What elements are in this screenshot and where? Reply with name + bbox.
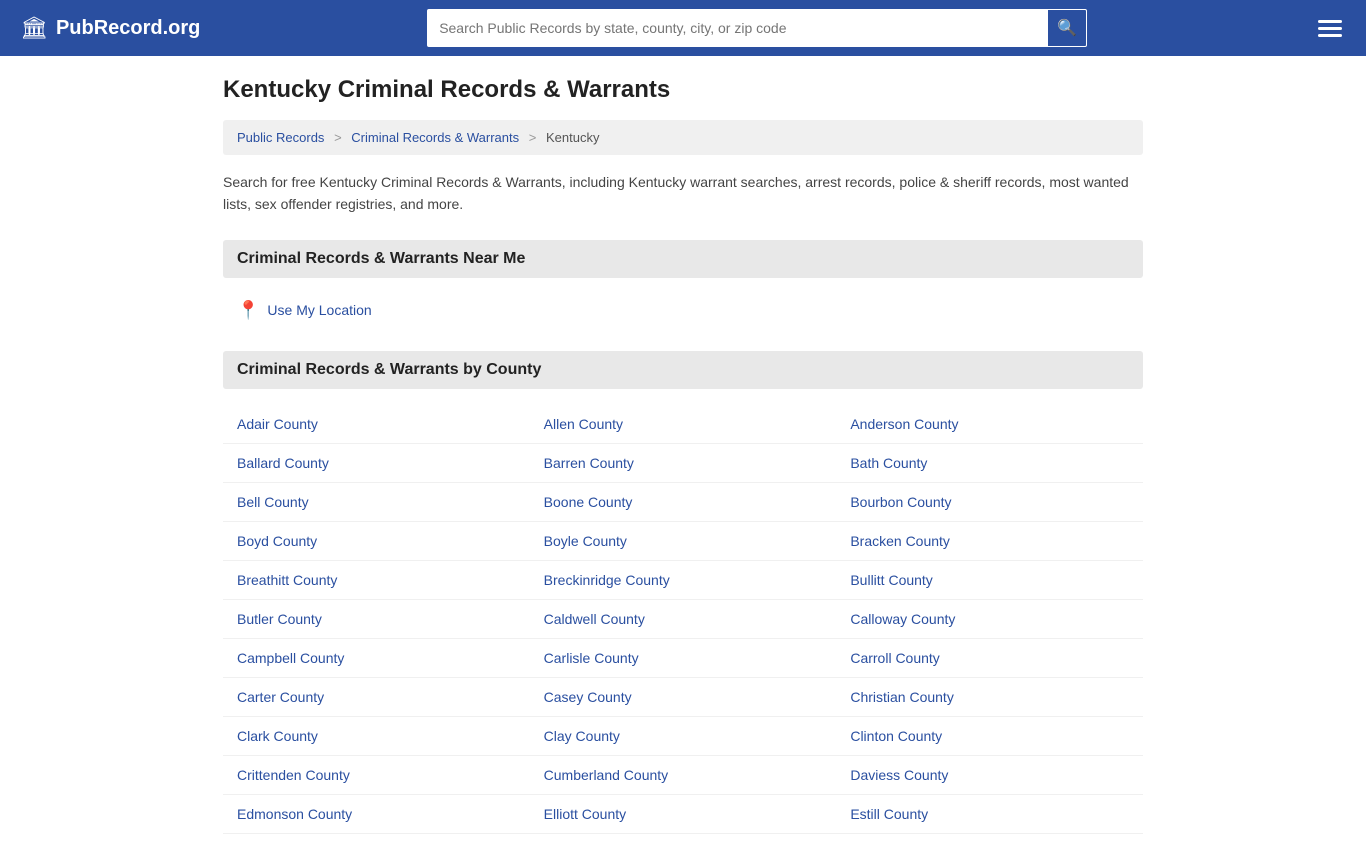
county-link[interactable]: Edmonson County	[223, 795, 530, 834]
county-link[interactable]: Boyd County	[223, 522, 530, 561]
county-link[interactable]: Clinton County	[836, 717, 1143, 756]
near-me-header: Criminal Records & Warrants Near Me	[223, 240, 1143, 278]
search-button[interactable]: 🔍	[1047, 9, 1087, 47]
county-link[interactable]: Clay County	[530, 717, 837, 756]
county-link[interactable]: Allen County	[530, 405, 837, 444]
county-link[interactable]: Carter County	[223, 678, 530, 717]
county-grid: Adair CountyAllen CountyAnderson CountyB…	[223, 405, 1143, 834]
location-row: 📍 Use My Location	[223, 294, 1143, 327]
county-link[interactable]: Carroll County	[836, 639, 1143, 678]
county-link[interactable]: Clark County	[223, 717, 530, 756]
county-link[interactable]: Bell County	[223, 483, 530, 522]
county-link[interactable]: Casey County	[530, 678, 837, 717]
county-link[interactable]: Adair County	[223, 405, 530, 444]
site-header: 🏛 PubRecord.org 🔍	[0, 0, 1366, 56]
county-link[interactable]: Carlisle County	[530, 639, 837, 678]
search-icon: 🔍	[1057, 18, 1077, 38]
breadcrumb-public-records[interactable]: Public Records	[237, 130, 324, 145]
breadcrumb-sep-2: >	[529, 130, 537, 145]
use-my-location-link[interactable]: Use My Location	[267, 302, 371, 318]
breadcrumb-current: Kentucky	[546, 130, 599, 145]
menu-button[interactable]	[1314, 16, 1346, 41]
search-input[interactable]	[427, 9, 1047, 47]
breadcrumb-sep-1: >	[334, 130, 342, 145]
county-link[interactable]: Estill County	[836, 795, 1143, 834]
county-link[interactable]: Elliott County	[530, 795, 837, 834]
search-area: 🔍	[427, 9, 1087, 47]
logo-icon: 🏛	[20, 15, 48, 41]
county-link[interactable]: Ballard County	[223, 444, 530, 483]
county-link[interactable]: Boyle County	[530, 522, 837, 561]
county-link[interactable]: Boone County	[530, 483, 837, 522]
county-link[interactable]: Bourbon County	[836, 483, 1143, 522]
county-link[interactable]: Bath County	[836, 444, 1143, 483]
logo-text: PubRecord.org	[56, 17, 200, 40]
by-county-section: Criminal Records & Warrants by County Ad…	[223, 351, 1143, 834]
menu-bar-1	[1318, 20, 1342, 23]
county-link[interactable]: Cumberland County	[530, 756, 837, 795]
page-description: Search for free Kentucky Criminal Record…	[223, 171, 1143, 216]
county-link[interactable]: Calloway County	[836, 600, 1143, 639]
county-link[interactable]: Barren County	[530, 444, 837, 483]
logo[interactable]: 🏛 PubRecord.org	[20, 15, 200, 41]
county-link[interactable]: Bracken County	[836, 522, 1143, 561]
by-county-header: Criminal Records & Warrants by County	[223, 351, 1143, 389]
page-title: Kentucky Criminal Records & Warrants	[223, 76, 1143, 104]
county-link[interactable]: Breathitt County	[223, 561, 530, 600]
main-content: Kentucky Criminal Records & Warrants Pub…	[203, 56, 1163, 864]
breadcrumb: Public Records > Criminal Records & Warr…	[223, 120, 1143, 155]
menu-bar-3	[1318, 34, 1342, 37]
county-link[interactable]: Breckinridge County	[530, 561, 837, 600]
location-icon: 📍	[237, 300, 259, 321]
county-link[interactable]: Daviess County	[836, 756, 1143, 795]
county-link[interactable]: Bullitt County	[836, 561, 1143, 600]
county-link[interactable]: Campbell County	[223, 639, 530, 678]
county-link[interactable]: Crittenden County	[223, 756, 530, 795]
breadcrumb-criminal-records[interactable]: Criminal Records & Warrants	[351, 130, 519, 145]
menu-bar-2	[1318, 27, 1342, 30]
near-me-section: Criminal Records & Warrants Near Me 📍 Us…	[223, 240, 1143, 327]
county-link[interactable]: Caldwell County	[530, 600, 837, 639]
county-link[interactable]: Anderson County	[836, 405, 1143, 444]
county-link[interactable]: Christian County	[836, 678, 1143, 717]
county-link[interactable]: Butler County	[223, 600, 530, 639]
